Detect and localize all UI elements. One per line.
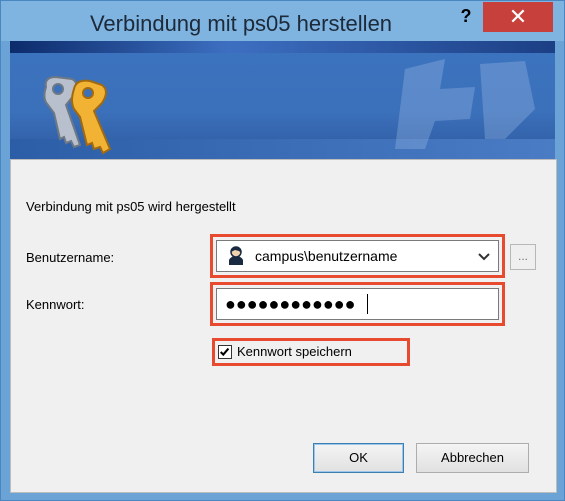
user-icon — [226, 246, 246, 266]
chevron-down-icon[interactable] — [475, 246, 493, 266]
banner — [10, 41, 555, 159]
help-button[interactable]: ? — [456, 6, 476, 28]
checkmark-icon — [219, 347, 230, 357]
dialog-title: Verbindung mit ps05 herstellen — [89, 11, 393, 36]
username-combobox[interactable]: campus\benutzername — [216, 240, 499, 272]
password-value: ●●●●●●●●●●●● — [225, 294, 356, 314]
username-value: campus\benutzername — [255, 248, 398, 264]
ok-button[interactable]: OK — [313, 443, 404, 473]
close-button[interactable]: ✕ — [483, 2, 553, 32]
password-label-text: Kennwort: — [26, 297, 85, 312]
banner-keys-watermark-icon — [395, 59, 535, 149]
browse-button[interactable]: ... — [510, 244, 536, 270]
status-text: Verbindung mit ps05 wird hergestellt — [26, 199, 236, 214]
text-caret — [367, 294, 368, 314]
username-label: Benutzername: — [26, 250, 114, 265]
username-label-text: Benutzername: — [26, 250, 115, 265]
remember-password-label[interactable]: Kennwort speichern — [237, 344, 352, 359]
password-field[interactable]: ●●●●●●●●●●●● — [216, 288, 499, 320]
cancel-button[interactable]: Abbrechen — [416, 443, 529, 473]
remember-password-checkbox[interactable] — [218, 345, 232, 359]
title-bar: Verbindung mit ps05 herstellen ? ✕ — [1, 1, 564, 41]
password-label: Kennwort: — [26, 297, 85, 312]
keys-icon — [43, 75, 112, 155]
